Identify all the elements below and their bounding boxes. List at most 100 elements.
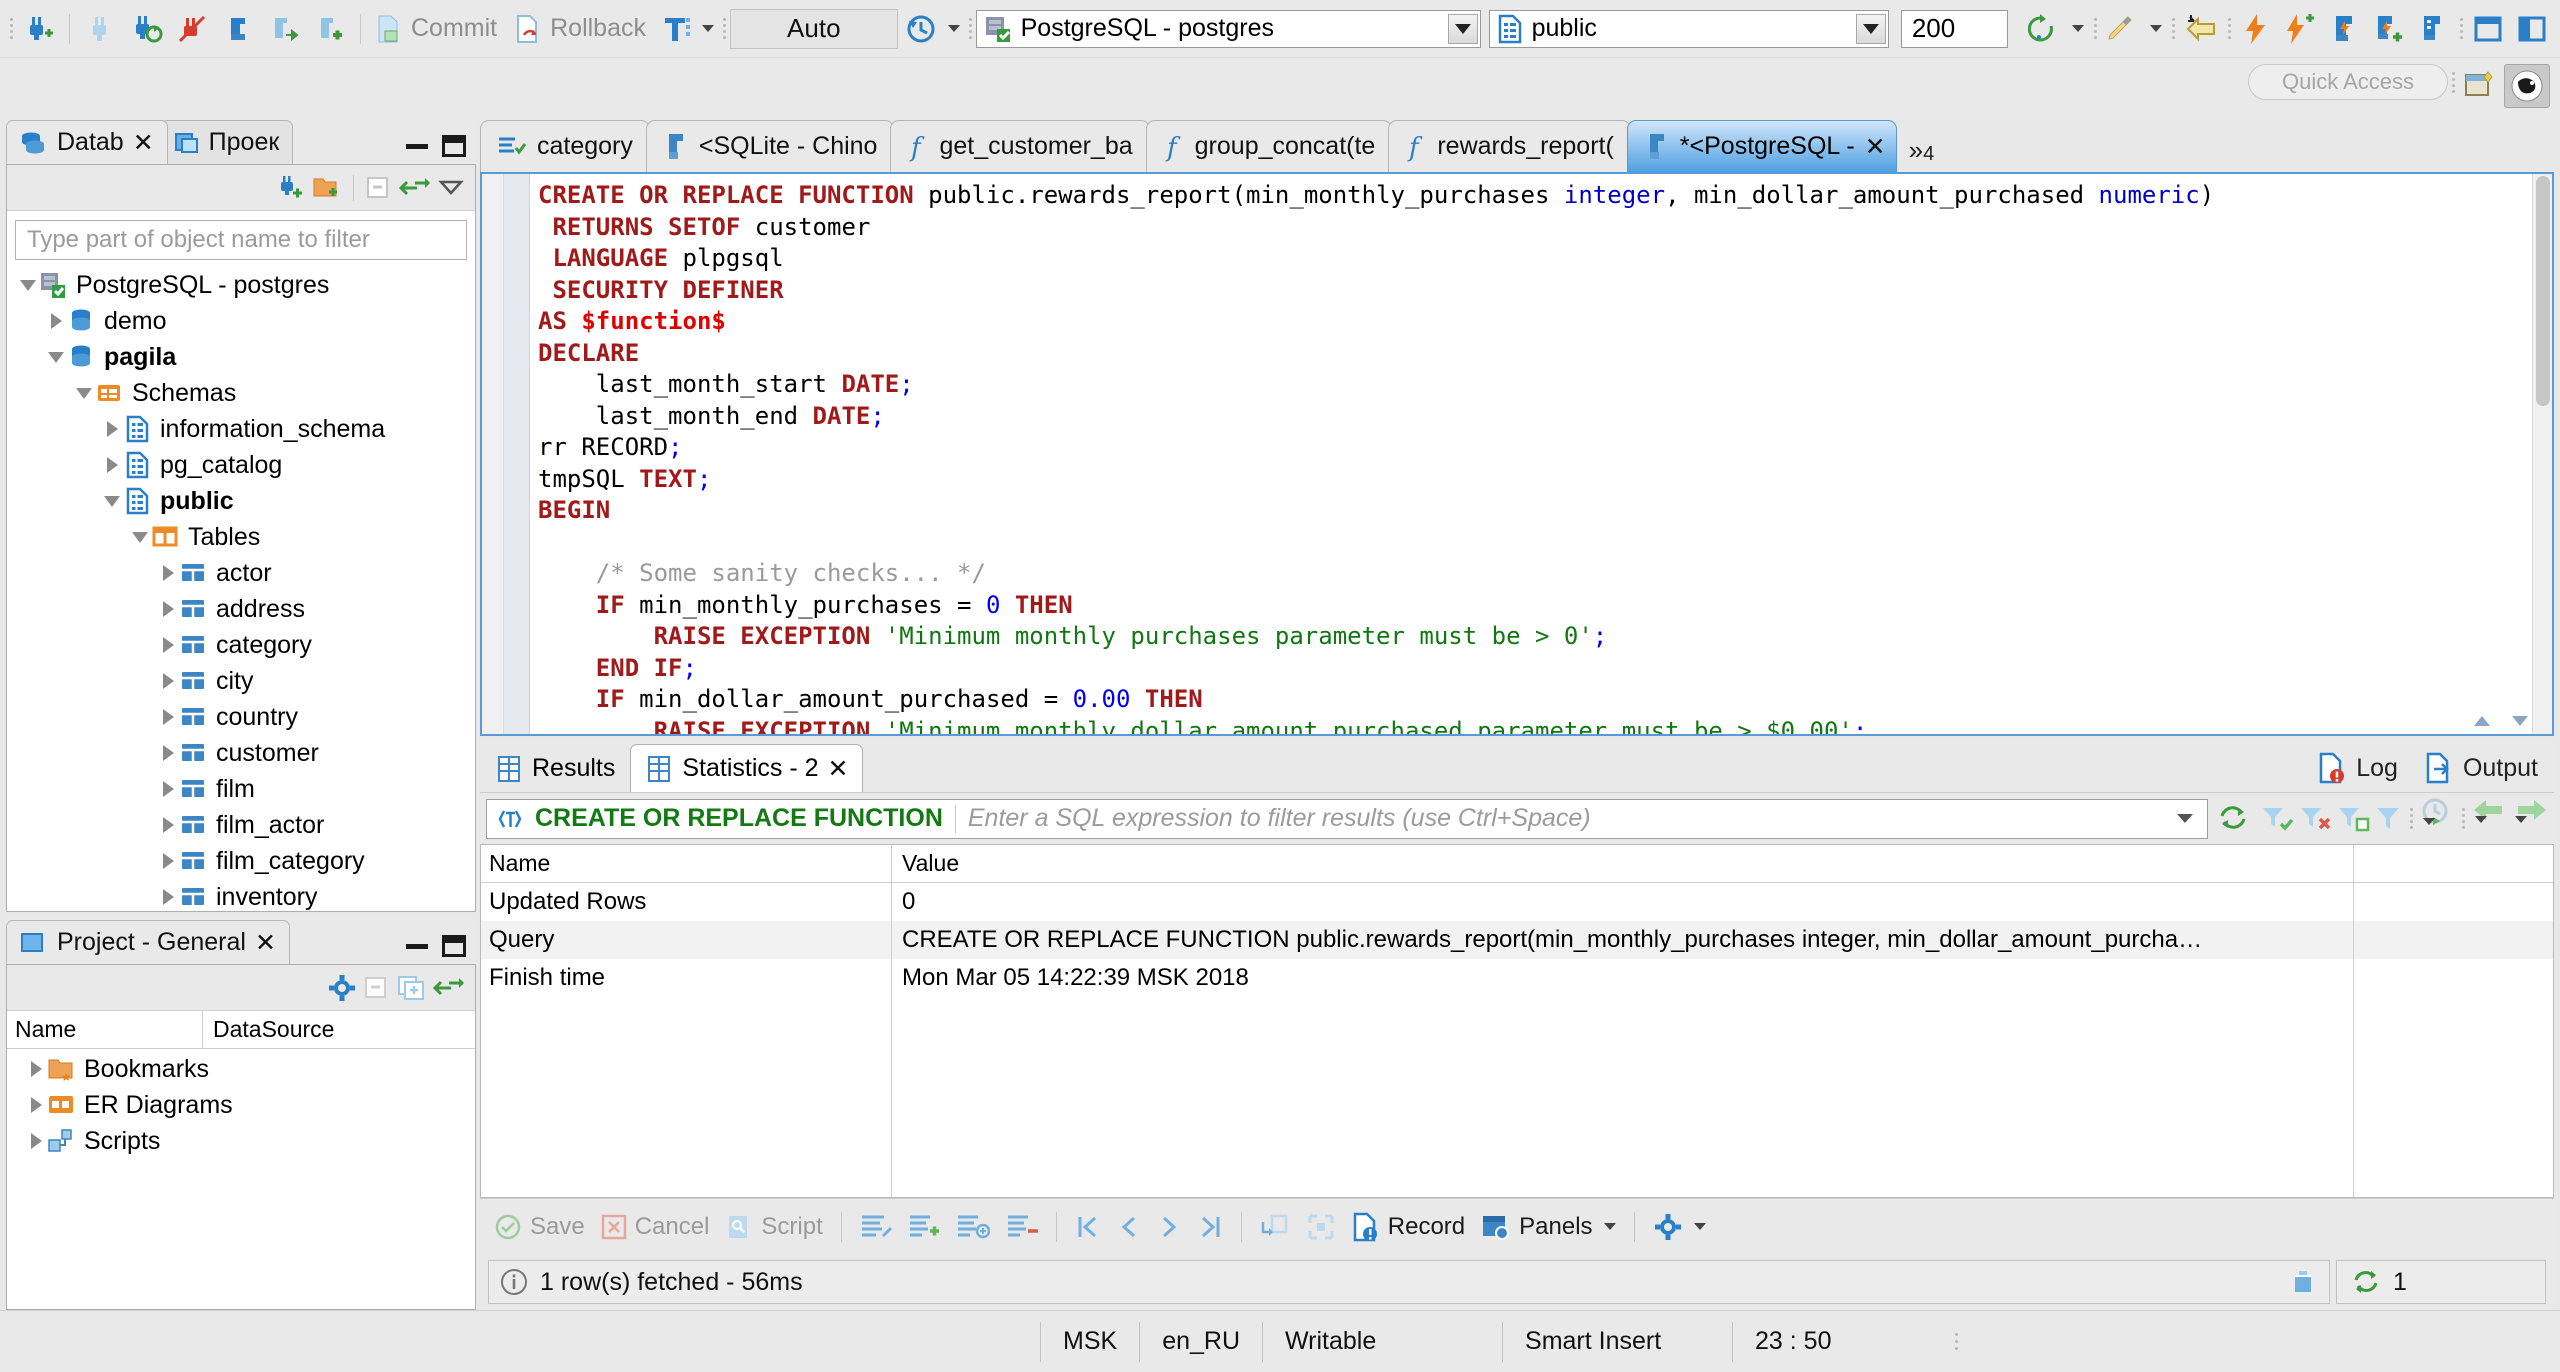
- tree-item-city[interactable]: city: [7, 663, 475, 699]
- execute-statement-icon[interactable]: [2234, 6, 2278, 52]
- panels-caret[interactable]: [1603, 1223, 1616, 1230]
- expand-arrow-closed-icon[interactable]: [157, 562, 179, 584]
- toolbar-grip-4[interactable]: [2090, 11, 2100, 47]
- expand-arrow-open-icon[interactable]: [101, 490, 123, 512]
- tree-item-customer[interactable]: customer: [7, 735, 475, 771]
- connection-dropdown-arrow[interactable]: [1447, 13, 1478, 44]
- edit-pencil-icon[interactable]: [2100, 6, 2168, 52]
- close-icon[interactable]: ✕: [133, 130, 154, 155]
- delete-row-icon[interactable]: [1000, 1205, 1044, 1249]
- sql-editor-new-icon[interactable]: [307, 6, 353, 52]
- filter-input[interactable]: CREATE OR REPLACE FUNCTION Enter a SQL e…: [486, 798, 2208, 839]
- minimize-icon[interactable]: [406, 143, 428, 149]
- tree-item-film-category[interactable]: film_category: [7, 843, 475, 879]
- settings-caret[interactable]: [1693, 1223, 1706, 1230]
- close-icon[interactable]: ✕: [255, 930, 276, 955]
- nav-grip[interactable]: [2458, 801, 2468, 837]
- expand-arrow-closed-icon[interactable]: [157, 706, 179, 728]
- project-item-scripts[interactable]: Scripts: [7, 1123, 475, 1159]
- tab-results[interactable]: Results: [480, 744, 630, 792]
- sql-editor[interactable]: CREATE OR REPLACE FUNCTION public.reward…: [480, 172, 2554, 736]
- expand-arrow-closed-icon[interactable]: [157, 850, 179, 872]
- back-arrow-icon[interactable]: [2178, 6, 2224, 52]
- cell-name[interactable]: Query: [481, 921, 891, 959]
- toolbar-grip-5[interactable]: [2168, 11, 2178, 47]
- tree-item-address[interactable]: address: [7, 591, 475, 627]
- maximize-icon[interactable]: [442, 135, 466, 157]
- new-connection-small-icon[interactable]: [276, 174, 306, 202]
- expand-arrow-open-icon[interactable]: [129, 526, 151, 548]
- project-tree[interactable]: Bookmarks ER Diagrams Scripts: [7, 1049, 475, 1309]
- fetch-next-page-icon[interactable]: [1254, 1205, 1296, 1249]
- expand-arrow-closed-icon[interactable]: [157, 814, 179, 836]
- editor-tab-4[interactable]: f rewards_report(: [1388, 120, 1631, 172]
- execute-script-icon[interactable]: [2278, 6, 2322, 52]
- copy-row-icon[interactable]: [950, 1205, 996, 1249]
- back-caret[interactable]: [2475, 815, 2487, 840]
- tree-item-tables[interactable]: Tables: [7, 519, 475, 555]
- tab-project-general[interactable]: Project - General ✕: [6, 920, 290, 964]
- connection-selector[interactable]: PostgreSQL - postgres: [975, 9, 1481, 48]
- expand-all-icon[interactable]: [397, 975, 427, 1001]
- table-row[interactable]: Query CREATE OR REPLACE FUNCTION public.r…: [481, 921, 2553, 959]
- fetch-counter[interactable]: 1: [2336, 1260, 2546, 1304]
- expand-arrow-closed-icon[interactable]: [157, 742, 179, 764]
- table-row[interactable]: Finish time Mon Mar 05 14:22:39 MSK 2018: [481, 959, 2553, 997]
- fetch-size-input[interactable]: 200: [1900, 9, 2008, 48]
- project-item-bookmarks[interactable]: Bookmarks: [7, 1051, 475, 1087]
- script-button[interactable]: Script: [719, 1205, 828, 1249]
- expand-arrow-closed-icon[interactable]: [25, 1094, 47, 1116]
- link-editor-icon[interactable]: [399, 175, 431, 201]
- navigate-back-icon[interactable]: [2472, 797, 2508, 841]
- cell-value[interactable]: 0: [891, 883, 2353, 921]
- expand-arrow-closed-icon[interactable]: [25, 1058, 47, 1080]
- expand-arrow-closed-icon[interactable]: [157, 778, 179, 800]
- copy-status-icon[interactable]: [2289, 1268, 2319, 1296]
- navigate-forward-icon[interactable]: [2512, 797, 2548, 841]
- toolbar-grip-7[interactable]: [2456, 11, 2466, 47]
- quick-access-input[interactable]: Quick Access: [2248, 64, 2448, 100]
- project-item-er-diagrams[interactable]: ER Diagrams: [7, 1087, 475, 1123]
- tree-item-actor[interactable]: actor: [7, 555, 475, 591]
- first-row-icon[interactable]: [1069, 1205, 1107, 1249]
- expand-arrow-closed-icon[interactable]: [45, 310, 67, 332]
- editor-tab-0[interactable]: category: [480, 120, 650, 172]
- reconnect-icon[interactable]: [123, 6, 169, 52]
- forward-caret[interactable]: [2515, 815, 2527, 840]
- toolbar-grip-6[interactable]: [2224, 11, 2234, 47]
- save-button[interactable]: Save: [488, 1205, 591, 1249]
- output-button[interactable]: Output: [2424, 752, 2538, 784]
- cell-name[interactable]: Finish time: [481, 959, 891, 997]
- new-connection-icon[interactable]: [16, 6, 62, 52]
- toolbar-grip-3[interactable]: [966, 11, 976, 47]
- schema-dropdown-arrow[interactable]: [1855, 13, 1886, 44]
- gear-icon[interactable]: [327, 974, 357, 1002]
- tree-item-film[interactable]: film: [7, 771, 475, 807]
- expand-arrow-closed-icon[interactable]: [157, 670, 179, 692]
- schema-selector[interactable]: public: [1488, 9, 1889, 48]
- expand-arrow-closed-icon[interactable]: [157, 598, 179, 620]
- tree-item-demo[interactable]: demo: [7, 303, 475, 339]
- tree-item-postgresql-postgres[interactable]: PostgreSQL - postgres: [7, 267, 475, 303]
- refresh-caret[interactable]: [2072, 25, 2084, 32]
- transaction-log-icon[interactable]: [898, 6, 966, 52]
- tree-item-schemas[interactable]: Schemas: [7, 375, 475, 411]
- view-menu-icon[interactable]: [437, 177, 465, 199]
- transaction-auto-indicator[interactable]: Auto: [729, 8, 898, 49]
- log-button[interactable]: Log: [2317, 752, 2398, 784]
- editor-tab-3[interactable]: f group_concat(te: [1145, 120, 1393, 172]
- transaction-log-caret[interactable]: [947, 25, 960, 32]
- cell-name[interactable]: Updated Rows: [481, 883, 891, 921]
- apply-filter-icon[interactable]: [2260, 804, 2294, 834]
- editor-tabs-overflow[interactable]: » 4: [1893, 135, 1947, 172]
- editor-tab-1[interactable]: <SQLite - Chino: [645, 120, 895, 172]
- add-row-icon[interactable]: [902, 1205, 946, 1249]
- results-settings-icon[interactable]: [1647, 1205, 1712, 1249]
- collapse-all-icon[interactable]: [363, 975, 391, 1001]
- scrollbar-thumb[interactable]: [2536, 176, 2550, 406]
- last-row-icon[interactable]: [1191, 1205, 1229, 1249]
- save-filter-icon[interactable]: [2336, 804, 2370, 834]
- statistics-grid[interactable]: Name Value Updated Rows 0 Query CREATE OR R…: [480, 844, 2554, 1198]
- tree-item-inventory[interactable]: inventory: [7, 879, 475, 911]
- next-row-icon[interactable]: [1151, 1205, 1187, 1249]
